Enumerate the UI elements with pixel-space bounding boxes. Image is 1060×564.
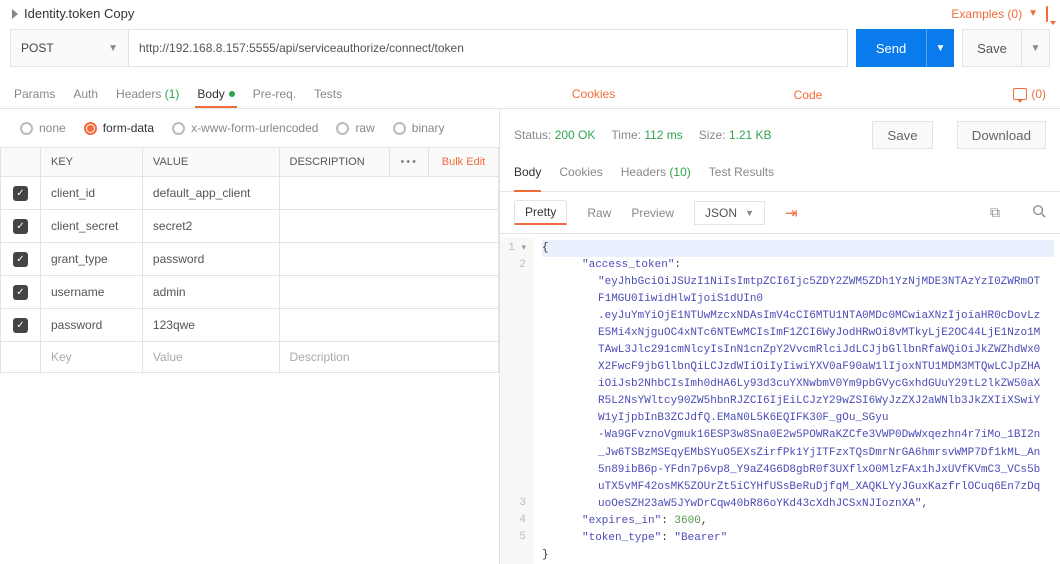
bodytype-raw[interactable]: raw	[336, 121, 374, 135]
collapse-toggle[interactable]	[12, 9, 18, 19]
table-row[interactable]: ✓ client_iddefault_app_client	[1, 177, 499, 210]
row-key[interactable]: client_id	[41, 177, 143, 210]
time-value: 112 ms	[644, 128, 682, 142]
row-value[interactable]: 123qwe	[142, 309, 279, 342]
row-key[interactable]: grant_type	[41, 243, 143, 276]
response-tab-cookies[interactable]: Cookies	[559, 161, 602, 183]
chevron-down-icon: ▼	[108, 43, 118, 54]
tab-params[interactable]: Params	[12, 81, 57, 107]
row-checkbox[interactable]: ✓	[13, 318, 28, 333]
row-desc[interactable]	[279, 309, 499, 342]
new-desc-input[interactable]: Description	[279, 342, 499, 373]
new-value-input[interactable]: Value	[142, 342, 279, 373]
view-preview[interactable]: Preview	[631, 206, 674, 220]
row-value[interactable]: admin	[142, 276, 279, 309]
tab-headers[interactable]: Headers (1)	[114, 81, 181, 107]
save-response-button[interactable]: Save	[872, 121, 932, 149]
col-check	[1, 148, 41, 177]
response-code[interactable]: 1 ▾ 2 345 {"access_token":"eyJhbGciOiJSU…	[500, 234, 1060, 564]
row-desc[interactable]	[279, 177, 499, 210]
http-method-select[interactable]: POST ▼	[10, 29, 128, 67]
comment-icon	[1013, 88, 1027, 100]
examples-link[interactable]: Examples (0)	[951, 7, 1022, 21]
status-label: Status:	[514, 128, 551, 142]
time-label: Time:	[611, 128, 641, 142]
line-gutter: 1 ▾ 2 345	[500, 238, 534, 564]
cookies-link[interactable]: Cookies	[570, 81, 772, 107]
response-tab-headers[interactable]: Headers (10)	[621, 161, 691, 183]
bodytype-formdata[interactable]: form-data	[84, 121, 154, 135]
body-indicator-icon	[229, 91, 235, 97]
row-checkbox[interactable]: ✓	[13, 252, 28, 267]
row-checkbox[interactable]: ✓	[13, 186, 28, 201]
formdata-table: KEY VALUE DESCRIPTION ••• Bulk Edit ✓ cli…	[0, 147, 499, 373]
tab-tests[interactable]: Tests	[312, 81, 344, 107]
row-key[interactable]: password	[41, 309, 143, 342]
table-row[interactable]: ✓ client_secretsecret2	[1, 210, 499, 243]
col-key: KEY	[41, 148, 143, 177]
row-checkbox[interactable]: ✓	[13, 219, 28, 234]
col-desc: DESCRIPTION	[279, 148, 390, 177]
response-headers-count: (10)	[669, 165, 690, 179]
bodytype-urlencoded[interactable]: x-www-form-urlencoded	[172, 121, 318, 135]
format-select[interactable]: JSON▼	[694, 201, 765, 225]
comments-link[interactable]: (0)	[1011, 81, 1048, 107]
tab-body[interactable]: Body	[195, 81, 236, 107]
headers-count: (1)	[165, 87, 180, 101]
new-key-input[interactable]: Key	[41, 342, 143, 373]
row-desc[interactable]	[279, 243, 499, 276]
chevron-down-icon: ▼	[745, 208, 754, 218]
more-icon: •••	[400, 156, 418, 168]
tab-prereq[interactable]: Pre-req.	[251, 81, 298, 107]
save-button[interactable]: Save	[962, 29, 1022, 67]
examples-chevron-icon[interactable]: ▼	[1028, 8, 1038, 19]
tab-auth[interactable]: Auth	[71, 81, 100, 107]
send-dropdown[interactable]: ▼	[926, 29, 954, 67]
wrap-lines-icon[interactable]: ⇥	[785, 204, 798, 222]
header-comments-icon[interactable]	[1046, 7, 1048, 21]
row-value[interactable]: default_app_client	[142, 177, 279, 210]
col-value: VALUE	[142, 148, 279, 177]
view-raw[interactable]: Raw	[587, 206, 611, 220]
size-label: Size:	[699, 128, 726, 142]
size-value: 1.21 KB	[729, 128, 772, 142]
copy-icon[interactable]: ⧉	[990, 204, 1000, 221]
response-tab-tests[interactable]: Test Results	[709, 161, 774, 183]
request-title: Identity.token Copy	[24, 6, 134, 21]
row-key[interactable]: username	[41, 276, 143, 309]
row-desc[interactable]	[279, 210, 499, 243]
status-value: 200 OK	[555, 128, 596, 142]
row-value[interactable]: password	[142, 243, 279, 276]
row-checkbox[interactable]: ✓	[13, 285, 28, 300]
download-response-button[interactable]: Download	[957, 121, 1046, 149]
bodytype-binary[interactable]: binary	[393, 121, 445, 135]
row-key[interactable]: client_secret	[41, 210, 143, 243]
url-value: http://192.168.8.157:5555/api/serviceaut…	[139, 41, 464, 55]
col-more[interactable]: •••	[390, 148, 429, 177]
row-desc[interactable]	[279, 276, 499, 309]
search-icon[interactable]	[1032, 204, 1046, 221]
http-method-value: POST	[21, 41, 54, 55]
url-input[interactable]: http://192.168.8.157:5555/api/serviceaut…	[128, 29, 848, 67]
code-link[interactable]: Code	[786, 86, 998, 102]
row-value[interactable]: secret2	[142, 210, 279, 243]
table-row-new[interactable]: KeyValueDescription	[1, 342, 499, 373]
save-dropdown[interactable]: ▼	[1022, 29, 1050, 67]
table-row[interactable]: ✓ usernameadmin	[1, 276, 499, 309]
table-row[interactable]: ✓ password123qwe	[1, 309, 499, 342]
response-tab-body[interactable]: Body	[514, 161, 541, 183]
response-json: {"access_token":"eyJhbGciOiJSUzI1NiIsImt…	[534, 238, 1060, 564]
view-pretty[interactable]: Pretty	[514, 200, 567, 225]
bodytype-none[interactable]: none	[20, 121, 66, 135]
bulk-edit-link[interactable]: Bulk Edit	[442, 156, 485, 168]
send-button[interactable]: Send	[856, 29, 926, 67]
table-row[interactable]: ✓ grant_typepassword	[1, 243, 499, 276]
